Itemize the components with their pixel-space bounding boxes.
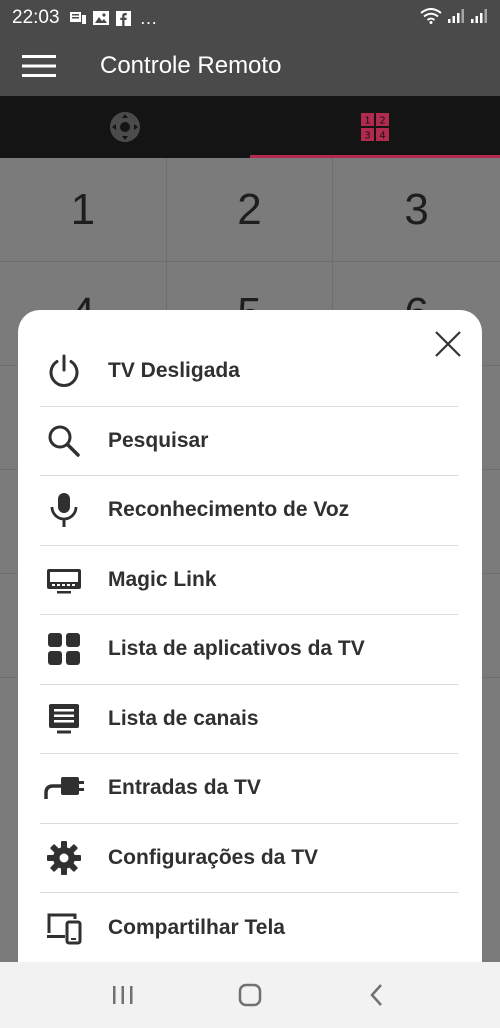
menu-item-magic-link[interactable]: Magic Link [40,546,458,615]
menu-item-label: Reconhecimento de Voz [108,498,350,522]
key-1[interactable]: 1 [0,158,167,262]
more-notifications-icon: … [139,8,159,28]
menu-item-tv-settings[interactable]: Configurações da TV [40,824,458,893]
messages-icon [69,11,86,25]
facebook-icon [115,11,132,26]
key-2[interactable]: 2 [166,158,334,262]
svg-text:2: 2 [379,116,385,127]
gallery-icon [92,11,109,25]
menu-item-search[interactable]: Pesquisar [40,407,458,476]
power-icon [42,351,86,391]
menu-item-label: Pesquisar [108,428,209,452]
microphone-icon [42,490,86,530]
svg-text:4: 4 [379,131,385,142]
status-time: 22:03 [12,7,60,28]
home-button[interactable] [220,970,280,1020]
options-list: TV Desligada Pesquisar Reconhecimento de… [40,337,458,962]
recent-apps-button[interactable] [93,970,153,1020]
menu-item-app-list[interactable]: Lista de aplicativos da TV [40,615,458,685]
remote-mode-tabs: 1 2 3 4 [0,96,500,158]
menu-item-label: Compartilhar Tela [108,915,285,939]
recent-apps-icon [113,986,133,1004]
page-title: Controle Remoto [100,52,282,79]
magic-link-icon [42,560,86,600]
dpad-icon [110,112,140,142]
menu-item-label: Entradas da TV [108,776,261,800]
search-icon [42,421,86,461]
system-nav-bar [0,962,500,1028]
svg-text:3: 3 [364,131,370,142]
apps-grid-icon [42,629,86,669]
menu-item-channel-list[interactable]: Lista de canais [40,685,458,754]
system-status-icons [420,7,488,29]
signal-icon [447,8,465,29]
number-grid-icon: 1 2 3 4 [361,113,389,142]
signal-icon-2 [470,8,488,29]
menu-item-tv-inputs[interactable]: Entradas da TV [40,754,458,824]
menu-item-label: Lista de canais [108,706,259,730]
options-sheet: TV Desligada Pesquisar Reconhecimento de… [18,310,482,962]
menu-item-label: Magic Link [108,567,217,591]
menu-item-voice[interactable]: Reconhecimento de Voz [40,476,458,546]
app-bar: Controle Remoto [0,36,500,96]
tab-number-pad[interactable]: 1 2 3 4 [250,96,500,158]
menu-item-label: Configurações da TV [108,845,319,869]
screen-share-icon [42,908,86,948]
home-icon [238,983,262,1007]
menu-item-label: TV Desligada [108,359,240,383]
wifi-icon [420,7,442,29]
menu-item-screen-share[interactable]: Compartilhar Tela [40,893,458,962]
tab-dpad[interactable] [0,96,250,158]
status-bar: 22:03 … [0,0,500,36]
back-icon [369,984,382,1006]
gear-icon [42,838,86,878]
menu-item-label: Lista de aplicativos da TV [108,637,365,661]
input-plug-icon [42,768,86,808]
menu-item-tv-off[interactable]: TV Desligada [40,337,458,407]
svg-text:1: 1 [364,116,370,127]
channel-list-icon [42,699,86,739]
menu-button[interactable] [0,36,78,96]
key-3[interactable]: 3 [333,158,500,262]
notification-icons [69,11,132,26]
back-button[interactable] [347,970,407,1020]
hamburger-icon [22,55,56,77]
